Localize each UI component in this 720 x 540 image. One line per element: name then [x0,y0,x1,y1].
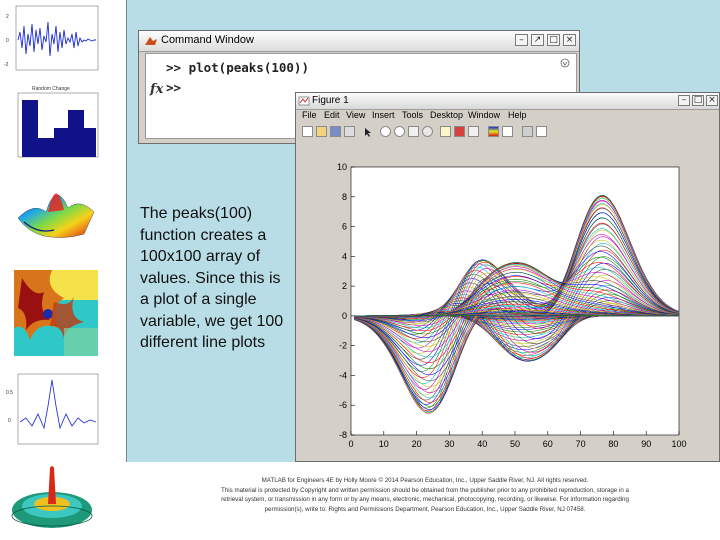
figure-window[interactable]: Figure 1 – □ × File Edit View Insert Too… [295,92,720,462]
maximize-button[interactable]: □ [547,34,560,46]
fx-label[interactable]: fx [150,82,163,97]
figure-icon [298,96,310,106]
footer-line-2: This material is protected by Copyright … [221,486,629,494]
copyright-footer: MATLAB for Engineers 4E by Holly Moore ©… [180,476,670,514]
options-icon[interactable] [560,58,570,68]
svg-text:0: 0 [6,38,9,44]
command-window-title: Command Window [161,34,254,46]
matlab-icon [145,37,157,45]
thumb-fractal-image [4,268,100,362]
y-tick-label: 0 [342,311,347,321]
menu-help[interactable]: Help [508,110,527,120]
close-button[interactable]: × [563,34,576,46]
svg-text:0: 0 [8,418,11,424]
menu-tools[interactable]: Tools [402,110,423,120]
figure-minimize-button[interactable]: – [678,95,690,106]
brush-icon[interactable] [454,126,465,137]
x-tick-label: 10 [379,439,389,449]
menu-file[interactable]: File [302,110,317,120]
x-tick-label: 20 [412,439,422,449]
y-tick-label: 10 [337,162,347,172]
figure-close-button[interactable]: × [706,95,718,106]
svg-text:0.5: 0.5 [6,390,13,396]
x-tick-label: 50 [510,439,520,449]
y-tick-label: -2 [339,341,347,351]
x-tick-label: 90 [641,439,651,449]
y-tick-label: 4 [342,251,347,261]
footer-line-1: MATLAB for Engineers 4E by Holly Moore ©… [261,477,589,484]
x-tick-label: 100 [671,439,686,449]
minimize-button[interactable]: – [515,34,528,46]
thumb-surface-plot [4,172,100,252]
save-icon[interactable] [330,126,341,137]
thumb-bar-chart: Random Change [4,84,100,172]
command-line: >> plot(peaks(100)) [166,60,309,75]
show-plot-tools-icon[interactable] [536,126,547,137]
print-icon[interactable] [344,126,355,137]
x-tick-label: 70 [576,439,586,449]
zoom-out-icon[interactable] [394,126,405,137]
data-cursor-icon[interactable] [440,126,451,137]
menu-desktop[interactable]: Desktop [430,110,463,120]
thumb-sinc-plot: 0.5 0 [4,370,100,452]
new-figure-icon[interactable] [302,126,313,137]
y-tick-label: -4 [339,370,347,380]
hide-plot-tools-icon[interactable] [522,126,533,137]
figure-maximize-button[interactable]: □ [692,95,704,106]
y-tick-label: -6 [339,400,347,410]
x-tick-label: 60 [543,439,553,449]
colorbar-icon[interactable] [488,126,499,137]
y-tick-label: 8 [342,192,347,202]
legend-icon[interactable] [502,126,513,137]
link-icon[interactable] [468,126,479,137]
svg-text:2: 2 [6,14,9,20]
footer-line-4: permission(s), write to: Rights and Perm… [264,505,586,513]
peaks-line-plot: 0 10 20 30 40 50 60 70 80 90 100 -8 -6 -4 -2 0 2 4 6 8 10 [337,162,687,449]
y-tick-label: 6 [342,222,347,232]
plot-axes-box [350,166,680,436]
thumb-time-series-plot: 2 0 -2 [4,4,100,84]
command-prompt[interactable]: >> [166,80,181,95]
footer-line-3: retrieval system, or transmission in any… [221,496,629,503]
zoom-in-icon[interactable] [380,126,391,137]
figure-menubar: File Edit View Insert Tools Desktop Wind… [296,109,719,123]
open-icon[interactable] [316,126,327,137]
x-tick-label: 30 [444,439,454,449]
undock-button[interactable]: ↗ [531,34,544,46]
figure-window-titlebar[interactable]: Figure 1 – □ × [296,93,719,110]
pan-icon[interactable] [408,126,419,137]
command-window-titlebar[interactable]: Command Window – ↗ □ × [139,31,579,52]
menu-window[interactable]: Window [468,110,500,120]
menu-edit[interactable]: Edit [324,110,340,120]
figure-canvas: 0 10 20 30 40 50 60 70 80 90 100 -8 -6 -4 -2 0 2 4 6 8 10 [296,143,719,461]
x-tick-label: 40 [477,439,487,449]
edit-plot-icon[interactable] [362,126,373,137]
svg-text:-2: -2 [4,62,9,68]
description-text: The peaks(100) function creates a 100x10… [140,205,284,351]
rotate-icon[interactable] [422,126,433,137]
slide: 2 0 -2 Random Change 0.5 0 Command Windo… [0,0,720,540]
figure-window-title: Figure 1 [312,95,349,106]
figure-toolbar [300,124,715,140]
thumb-mesh-surface [4,454,100,538]
x-tick-label: 80 [608,439,618,449]
y-tick-label: -8 [339,430,347,440]
menu-insert[interactable]: Insert [372,110,395,120]
menu-view[interactable]: View [346,110,365,120]
thumb-bar-chart-title: Random Change [32,86,70,92]
x-tick-label: 0 [348,439,353,449]
y-tick-label: 2 [342,281,347,291]
